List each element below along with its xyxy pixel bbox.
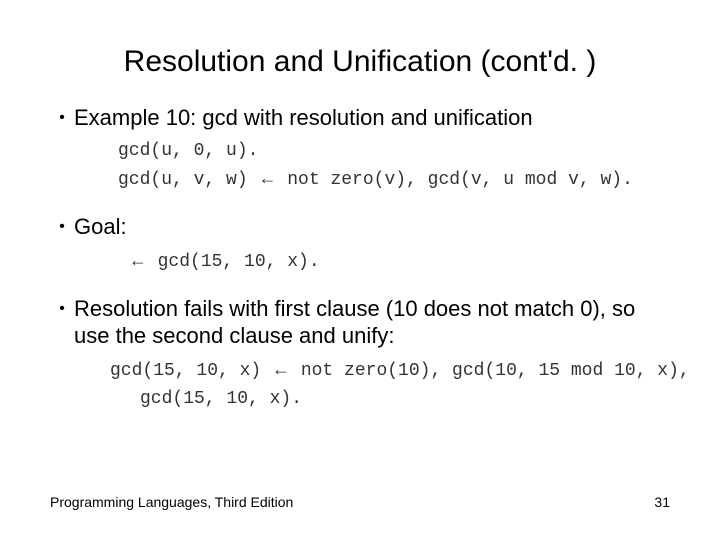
code-pre bbox=[118, 252, 129, 272]
slide-title: Resolution and Unification (cont'd. ) bbox=[50, 0, 670, 104]
code-unification: gcd(15, 10, x) ← not zero(10), gcd(10, 1… bbox=[110, 356, 670, 414]
left-arrow-icon: ← bbox=[258, 168, 276, 188]
code-line: ← gcd(15, 10, x). bbox=[118, 247, 670, 277]
slide: Resolution and Unification (cont'd. ) • … bbox=[0, 0, 720, 540]
bullet-text-2: Goal: bbox=[74, 213, 670, 241]
bullet-dot: • bbox=[50, 213, 74, 241]
code-goal: ← gcd(15, 10, x). bbox=[118, 247, 670, 277]
code-definition: gcd(u, 0, u).gcd(u, v, w) ← not zero(v),… bbox=[118, 138, 670, 196]
code-line: gcd(15, 10, x) ← not zero(10), gcd(10, 1… bbox=[110, 356, 670, 386]
code-line: gcd(u, 0, u). bbox=[118, 138, 670, 166]
code-goal-body: gcd(15, 10, x). bbox=[147, 252, 320, 272]
slide-number: 31 bbox=[654, 494, 670, 510]
bullet-item-3: • Resolution fails with first clause (10… bbox=[50, 295, 670, 350]
code-line: gcd(15, 10, x). bbox=[110, 386, 670, 414]
code-line: gcd(u, v, w) ← not zero(v), gcd(v, u mod… bbox=[118, 165, 670, 195]
bullet-list: • Example 10: gcd with resolution and un… bbox=[50, 104, 670, 413]
bullet-item-2: • Goal: bbox=[50, 213, 670, 241]
bullet-item-1: • Example 10: gcd with resolution and un… bbox=[50, 104, 670, 132]
left-arrow-icon: ← bbox=[129, 250, 147, 270]
code-lhs: gcd(15, 10, x) bbox=[110, 361, 272, 381]
bullet-dot: • bbox=[50, 104, 74, 132]
code-lhs: gcd(u, v, w) bbox=[118, 170, 258, 190]
code-rhs: not zero(10), gcd(10, 15 mod 10, x), bbox=[290, 361, 690, 381]
bullet-dot: • bbox=[50, 295, 74, 350]
bullet-text-3: Resolution fails with first clause (10 d… bbox=[74, 295, 670, 350]
bullet-text-1: Example 10: gcd with resolution and unif… bbox=[74, 104, 670, 132]
code-rhs: not zero(v), gcd(v, u mod v, w). bbox=[276, 170, 632, 190]
footer-left: Programming Languages, Third Edition bbox=[50, 494, 293, 510]
left-arrow-icon: ← bbox=[272, 359, 290, 379]
slide-footer: Programming Languages, Third Edition 31 bbox=[50, 494, 670, 510]
